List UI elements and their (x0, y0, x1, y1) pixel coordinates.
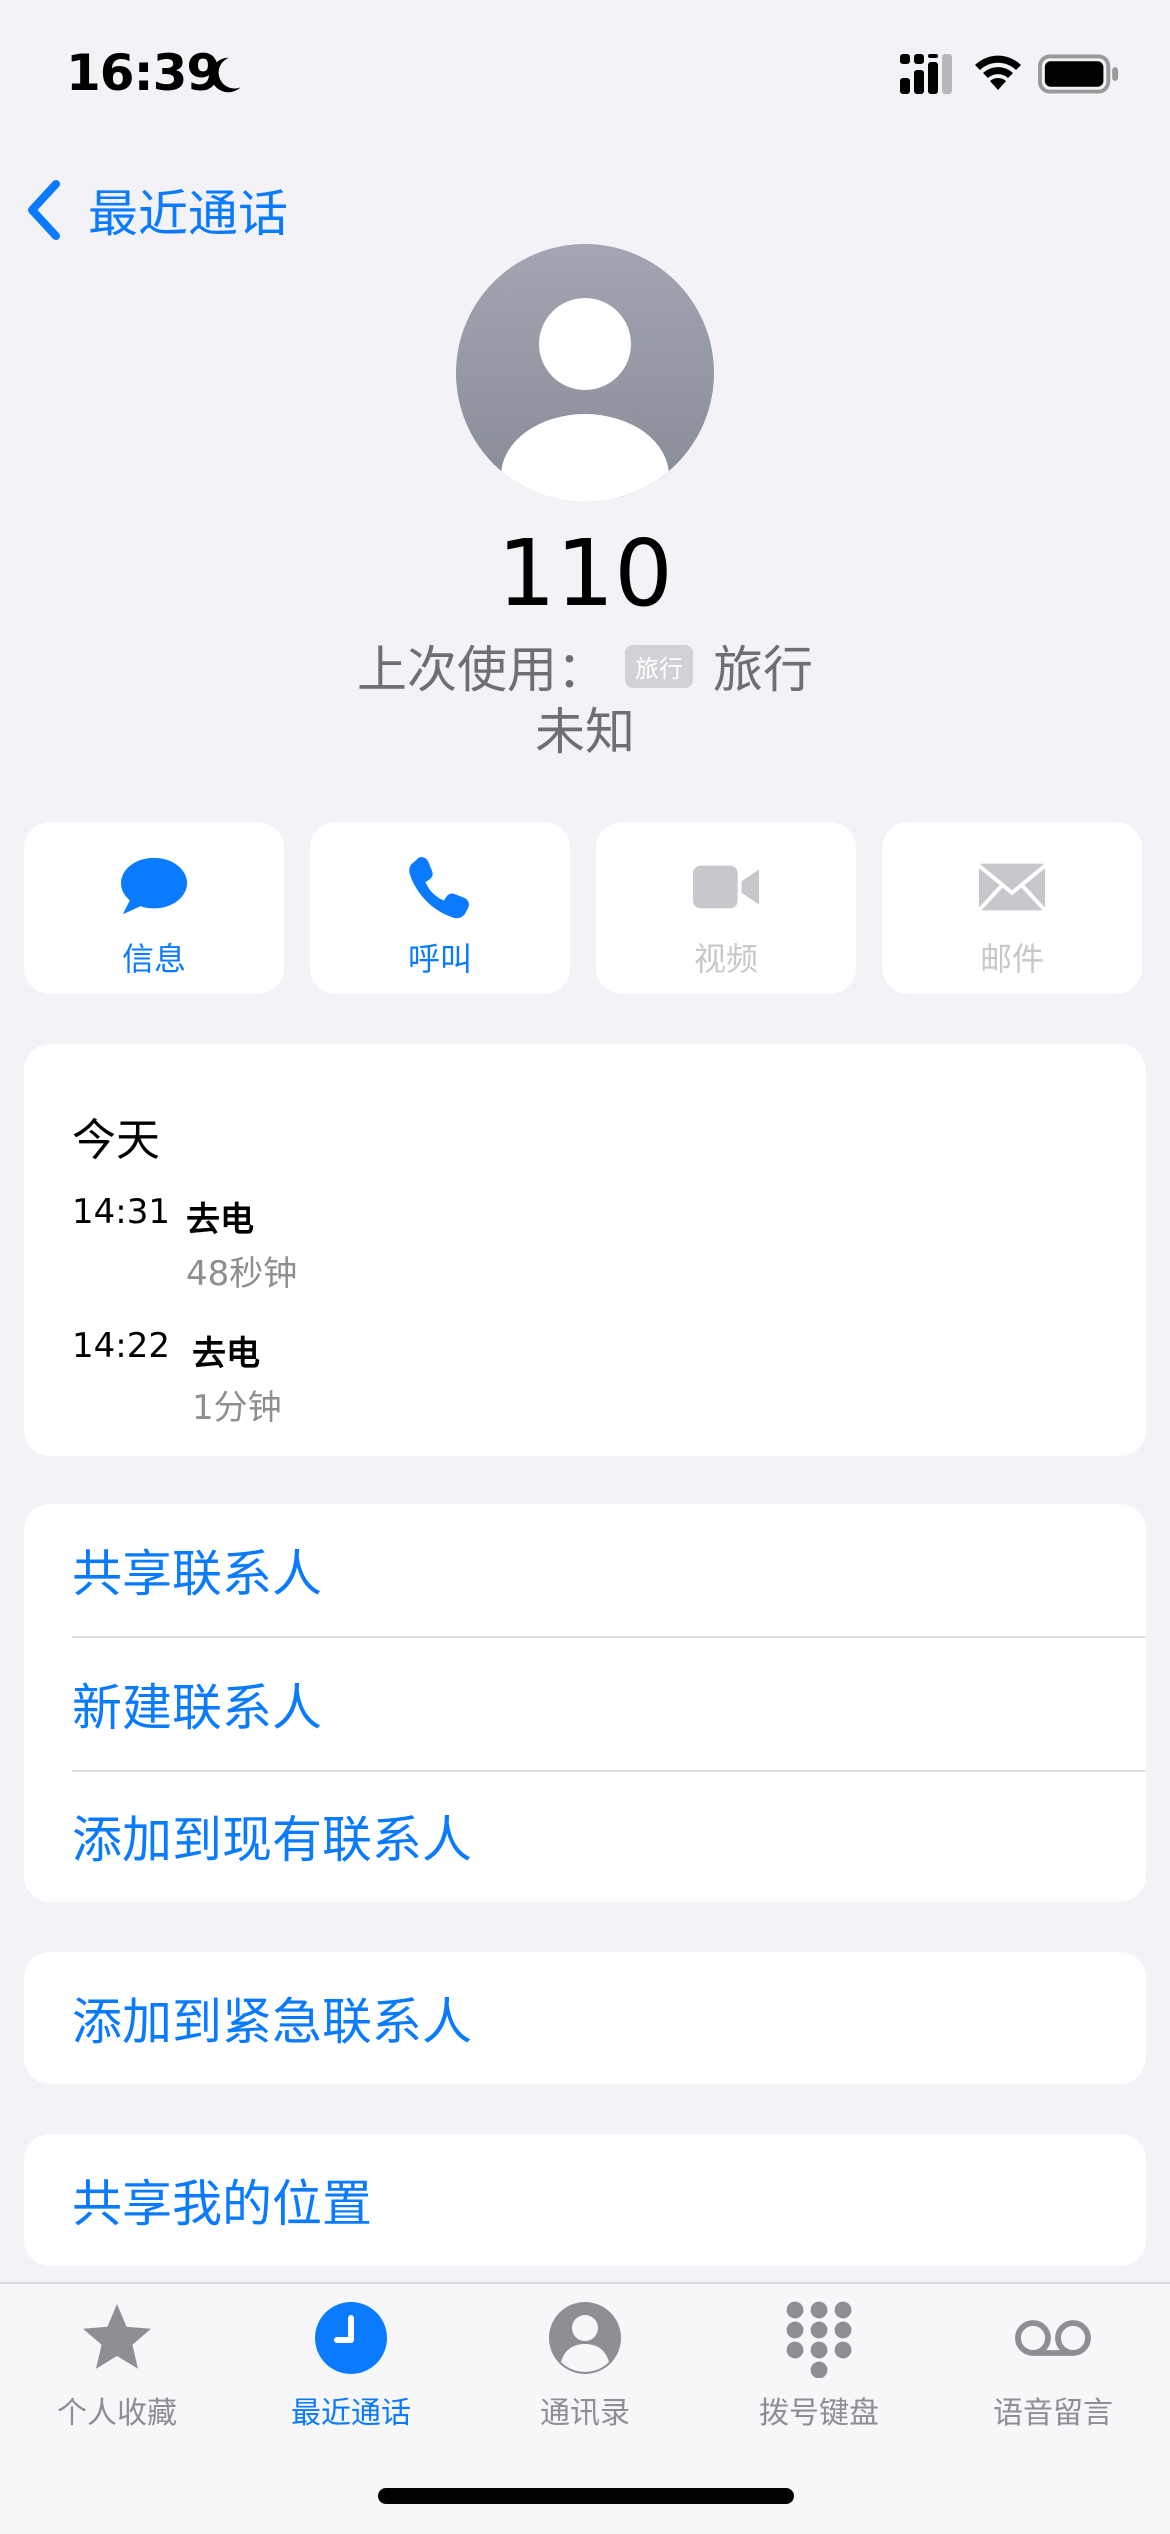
call-history-card: 今天 14:31 去电 48秒钟 14:22 去电 1分钟 (24, 1044, 1146, 1456)
contact-number: 110 (497, 520, 673, 627)
message-icon (120, 857, 188, 915)
tab-keypad[interactable]: 拨号键盘 (702, 2298, 936, 2448)
back-button[interactable]: 最近通话 (24, 170, 288, 250)
contact-options-card: 共享联系人 新建联系人 添加到现有联系人 (24, 1504, 1146, 1902)
tab-favorites[interactable]: 个人收藏 (0, 2298, 234, 2448)
voicemail-icon (1015, 2320, 1091, 2356)
tab-contacts[interactable]: 通讯录 (468, 2298, 702, 2448)
call-label: 呼叫 (407, 940, 472, 978)
add-emergency-contact-option[interactable]: 添加到紧急联系人 (72, 1952, 1146, 2084)
tab-label: 拨号键盘 (759, 2396, 879, 2431)
call-type: 去电 (186, 1200, 254, 1240)
share-contact-option[interactable]: 共享联系人 (72, 1504, 1146, 1636)
star-icon (83, 2304, 151, 2369)
person-placeholder-icon (501, 298, 669, 502)
call-time: 14:22 (72, 1326, 170, 1366)
location-card: 共享我的位置 (24, 2134, 1146, 2266)
chevron-left-icon (28, 180, 60, 240)
person-icon (549, 2302, 621, 2374)
call-duration: 1分钟 (192, 1388, 282, 1428)
call-time: 14:31 (72, 1192, 170, 1232)
call-duration: 48秒钟 (186, 1254, 298, 1294)
tab-label: 语音留言 (993, 2396, 1113, 2431)
emergency-card: 添加到紧急联系人 (24, 1952, 1146, 2084)
mail-label: 邮件 (979, 940, 1044, 978)
wifi-icon (975, 55, 1021, 90)
mail-button: 邮件 (882, 822, 1142, 994)
status-time: 16:39 (66, 44, 221, 102)
call-button[interactable]: 呼叫 (310, 822, 570, 994)
call-type: 去电 (192, 1334, 260, 1374)
history-day: 今天 (72, 1115, 160, 1166)
video-icon (692, 865, 760, 909)
home-indicator (378, 2488, 794, 2504)
contact-status: 未知 (535, 703, 635, 761)
keypad-icon (786, 2301, 852, 2378)
signal-icon (900, 54, 952, 94)
tab-label: 个人收藏 (57, 2396, 177, 2431)
battery-icon (1038, 54, 1119, 94)
message-button[interactable]: 信息 (24, 822, 284, 994)
add-to-existing-contact-option[interactable]: 添加到现有联系人 (72, 1770, 1146, 1902)
avatar (456, 244, 714, 502)
clock-icon (315, 2302, 387, 2374)
tab-recents[interactable]: 最近通话 (234, 2298, 468, 2448)
line-badge: 旅行 (625, 644, 693, 688)
back-label: 最近通话 (88, 185, 288, 243)
mail-icon (977, 863, 1047, 912)
moon-icon (211, 57, 241, 93)
message-label: 信息 (121, 940, 186, 978)
video-button: 视频 (596, 822, 856, 994)
tab-label: 通讯录 (540, 2396, 630, 2431)
phone-icon (409, 857, 469, 919)
new-contact-option[interactable]: 新建联系人 (72, 1638, 1146, 1770)
video-label: 视频 (693, 940, 758, 978)
tab-label: 最近通话 (291, 2396, 411, 2431)
share-location-option[interactable]: 共享我的位置 (72, 2134, 1146, 2266)
tab-voicemail[interactable]: 语音留言 (936, 2298, 1170, 2448)
